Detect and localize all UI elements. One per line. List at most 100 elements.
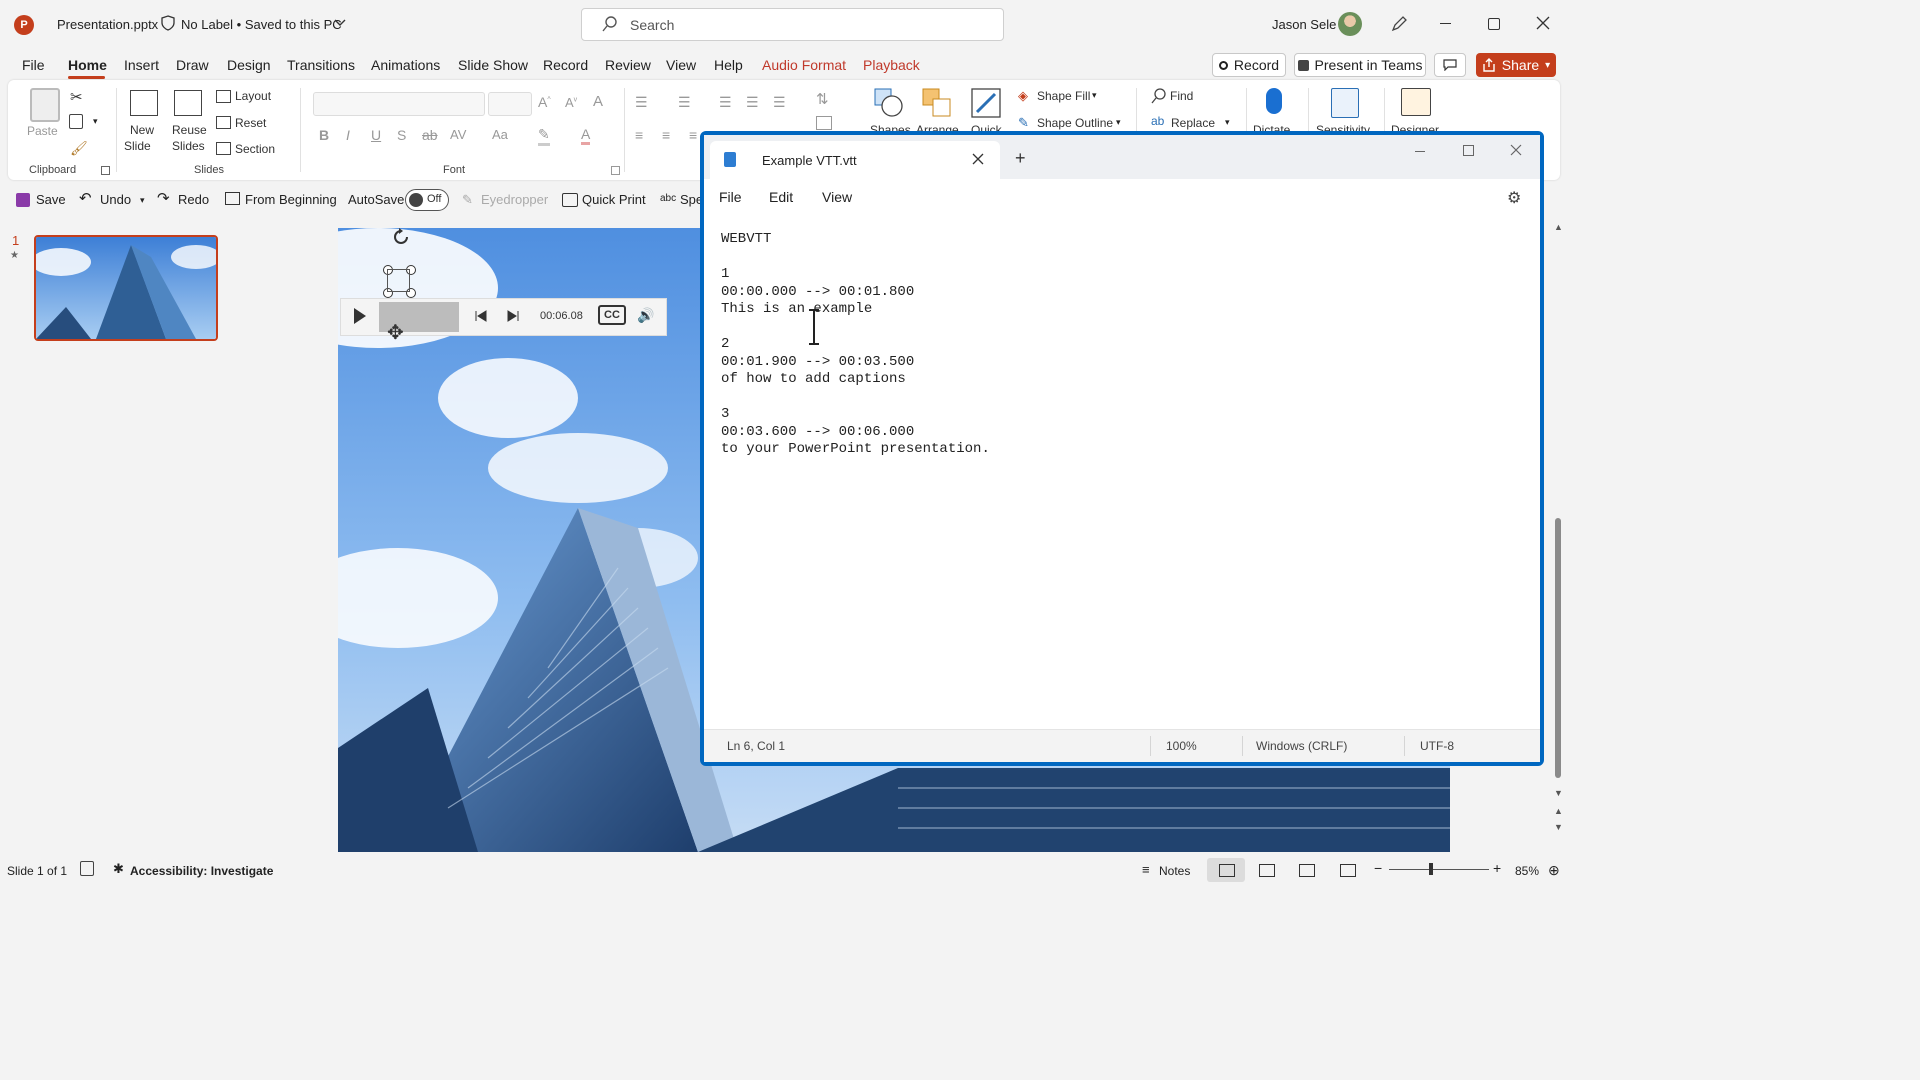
close-tab-icon[interactable]	[972, 153, 984, 165]
seek-forward-icon[interactable]	[507, 310, 519, 322]
font-name-dropdown[interactable]	[313, 92, 485, 116]
tab-file[interactable]: File	[22, 57, 45, 73]
increase-indent-icon[interactable]: ☰	[746, 94, 759, 111]
chevron-down-icon[interactable]: ▾	[140, 195, 145, 206]
volume-icon[interactable]: 🔊	[637, 307, 654, 324]
tab-playback[interactable]: Playback	[863, 57, 920, 73]
user-name[interactable]: Jason Sele	[1272, 17, 1336, 32]
present-in-teams-button[interactable]: Present in Teams	[1294, 53, 1426, 77]
play-icon[interactable]	[353, 307, 367, 325]
numbering-icon[interactable]: ☰	[678, 94, 691, 111]
shape-outline-button[interactable]: Shape Outline	[1037, 116, 1113, 130]
find-button[interactable]: Find	[1170, 89, 1193, 103]
text-direction-icon[interactable]: ⇅	[816, 90, 829, 108]
next-slide-icon[interactable]: ▼	[1554, 822, 1563, 832]
tab-slide-show[interactable]: Slide Show	[458, 57, 528, 73]
maximize-icon[interactable]	[1463, 145, 1474, 156]
fit-to-window-icon[interactable]: ⊕	[1548, 862, 1560, 879]
notepad-tab[interactable]: Example VTT.vtt	[710, 141, 1000, 179]
tab-home[interactable]: Home	[68, 57, 107, 73]
reuse-slides-label-1[interactable]: Reuse	[172, 123, 207, 137]
eyedropper-icon[interactable]: ✎	[462, 192, 473, 208]
spell-check-icon[interactable]	[80, 861, 94, 876]
quick-styles-icon[interactable]	[971, 88, 1001, 118]
previous-slide-icon[interactable]: ▲	[1554, 806, 1563, 816]
sensitivity-label-icon[interactable]	[161, 15, 175, 31]
tab-record[interactable]: Record	[543, 57, 588, 73]
paste-label[interactable]: Paste	[27, 124, 58, 138]
quick-print-button[interactable]: Quick Print	[582, 192, 646, 207]
replace-icon[interactable]: ab	[1151, 114, 1164, 128]
tab-design[interactable]: Design	[227, 57, 271, 73]
shadow-icon[interactable]: S	[397, 127, 406, 143]
new-slide-label-2[interactable]: Slide	[124, 139, 151, 153]
underline-icon[interactable]: U	[371, 127, 381, 143]
share-button[interactable]: Share ▾	[1476, 53, 1556, 77]
layout-button[interactable]: Layout	[235, 89, 271, 103]
minimize-icon[interactable]	[1440, 23, 1451, 24]
accessibility-status[interactable]: Accessibility: Investigate	[130, 864, 273, 878]
close-icon[interactable]	[1510, 144, 1522, 156]
dialog-launcher-icon[interactable]	[101, 166, 110, 175]
seek-back-icon[interactable]	[475, 310, 487, 322]
reset-icon[interactable]	[216, 116, 231, 129]
clear-formatting-icon[interactable]: A	[593, 93, 603, 110]
tab-review[interactable]: Review	[605, 57, 651, 73]
strikethrough-icon[interactable]: ab	[422, 127, 438, 143]
tab-insert[interactable]: Insert	[124, 57, 159, 73]
chevron-down-icon[interactable]: ▾	[1092, 90, 1097, 101]
pen-icon[interactable]	[1390, 15, 1408, 33]
dialog-launcher-icon[interactable]	[611, 166, 620, 175]
new-slide-icon[interactable]	[130, 90, 158, 116]
redo-icon[interactable]: ↷	[157, 189, 170, 207]
character-spacing-icon[interactable]: AV	[450, 127, 466, 142]
line-spacing-icon[interactable]: ☰	[773, 94, 786, 111]
reuse-slides-icon[interactable]	[174, 90, 202, 116]
save-icon[interactable]	[16, 193, 30, 207]
record-button[interactable]: Record	[1212, 53, 1286, 77]
menu-view[interactable]: View	[822, 189, 852, 205]
layout-icon[interactable]	[216, 90, 231, 103]
close-icon[interactable]	[1536, 16, 1550, 30]
tab-transitions[interactable]: Transitions	[287, 57, 355, 73]
align-text-icon[interactable]	[816, 116, 832, 130]
decrease-font-icon[interactable]: Av	[565, 95, 577, 110]
zoom-slider-thumb[interactable]	[1429, 863, 1433, 875]
tab-animations[interactable]: Animations	[371, 57, 440, 73]
chevron-down-icon[interactable]: ▾	[1116, 117, 1121, 128]
slide-sorter-icon[interactable]	[1259, 864, 1275, 877]
zoom-in-icon[interactable]: +	[1493, 860, 1501, 876]
menu-edit[interactable]: Edit	[769, 189, 793, 205]
eyedropper-button[interactable]: Eyedropper	[481, 192, 548, 207]
presenter-icon[interactable]	[225, 192, 240, 205]
align-right-icon[interactable]: ≡	[689, 127, 697, 143]
notepad-text-area[interactable]: WEBVTT 1 00:00.000 --> 00:01.800 This is…	[721, 231, 990, 459]
new-tab-icon[interactable]: +	[1015, 148, 1026, 169]
search-box[interactable]: Search	[581, 8, 1004, 41]
shapes-icon[interactable]	[874, 88, 904, 118]
notepad-window[interactable]: Example VTT.vtt + File Edit View ⚙ WEBVT…	[700, 131, 1544, 766]
zoom-out-icon[interactable]: −	[1374, 860, 1382, 876]
tab-help[interactable]: Help	[714, 57, 743, 73]
format-painter-icon[interactable]: 🖌	[70, 140, 88, 157]
bullets-icon[interactable]: ☰	[635, 94, 648, 111]
save-button[interactable]: Save	[36, 192, 66, 207]
gear-icon[interactable]: ⚙	[1507, 188, 1521, 208]
scroll-up-icon[interactable]: ▲	[1554, 222, 1563, 232]
scroll-thumb[interactable]	[1555, 518, 1561, 778]
tab-draw[interactable]: Draw	[176, 57, 209, 73]
redo-button[interactable]: Redo	[178, 192, 209, 207]
slide-show-icon[interactable]	[1340, 864, 1356, 877]
printer-icon[interactable]	[562, 193, 578, 207]
notepad-scrollbar[interactable]	[1532, 215, 1540, 735]
section-icon[interactable]	[216, 142, 231, 155]
align-center-icon[interactable]: ≡	[662, 127, 670, 143]
shape-fill-button[interactable]: Shape Fill	[1037, 89, 1090, 103]
autosave-toggle[interactable]: Off	[405, 189, 449, 211]
undo-icon[interactable]: ↶	[79, 189, 92, 207]
menu-file[interactable]: File	[719, 189, 742, 205]
sensitivity-icon[interactable]	[1331, 88, 1359, 118]
notes-button[interactable]: Notes	[1159, 864, 1190, 878]
replace-button[interactable]: Replace	[1171, 116, 1215, 130]
tab-view[interactable]: View	[666, 57, 696, 73]
